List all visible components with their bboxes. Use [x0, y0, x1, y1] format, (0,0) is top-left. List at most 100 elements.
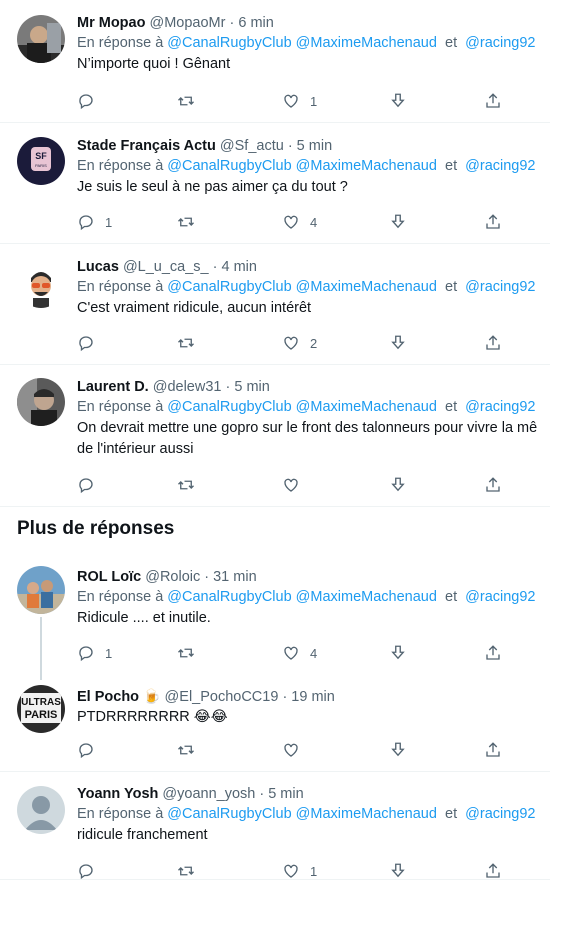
retweet-button[interactable]	[177, 91, 205, 111]
download-button[interactable]	[389, 861, 407, 881]
tweet[interactable]: Yoann Yosh @yoann_yosh · 5 min En répons…	[0, 772, 550, 880]
author-name[interactable]: El Pocho	[77, 689, 139, 705]
mention-link[interactable]: @MaximeMachenaud	[296, 399, 437, 415]
reply-button[interactable]	[77, 91, 105, 111]
share-button[interactable]	[484, 212, 502, 232]
download-arrow-icon	[391, 214, 405, 229]
mention-link[interactable]: @racing92	[465, 589, 535, 605]
reply-button[interactable]: 1	[77, 212, 112, 232]
author-name[interactable]: ROL Loïc	[77, 569, 141, 585]
reply-button[interactable]	[77, 333, 105, 353]
share-icon	[486, 214, 500, 229]
share-button[interactable]	[484, 333, 502, 353]
author-handle[interactable]: @L_u_ca_s_	[123, 259, 209, 275]
reply-button[interactable]	[77, 740, 105, 760]
avatar[interactable]	[17, 378, 65, 426]
retweet-button[interactable]	[177, 212, 205, 232]
share-button[interactable]	[484, 643, 502, 663]
tweet[interactable]: Laurent D. @delew31 · 5 min En réponse à…	[0, 365, 550, 507]
mention-link[interactable]: @CanalRugbyClub	[167, 806, 291, 822]
author-name[interactable]: Laurent D.	[77, 379, 149, 395]
download-button[interactable]	[389, 91, 407, 111]
download-button[interactable]	[389, 212, 407, 232]
author-name[interactable]: Stade Français Actu	[77, 138, 216, 154]
share-icon	[486, 645, 500, 660]
author-handle[interactable]: @yoann_yosh	[162, 786, 255, 802]
tweet-time[interactable]: · 19 min	[282, 689, 334, 705]
heart-icon	[284, 215, 298, 229]
tweet[interactable]: Lucas @L_u_ca_s_ · 4 min En réponse à @C…	[0, 244, 550, 365]
author-name[interactable]: Yoann Yosh	[77, 786, 158, 802]
mention-link[interactable]: @MaximeMachenaud	[296, 158, 437, 174]
mention-link[interactable]: @CanalRugbyClub	[167, 35, 291, 51]
reply-button[interactable]: 1	[77, 643, 112, 663]
heart-icon	[284, 646, 298, 660]
mention-link[interactable]: @CanalRugbyClub	[167, 399, 291, 415]
retweet-icon	[178, 338, 194, 348]
like-button[interactable]: 4	[282, 212, 317, 232]
like-button[interactable]	[282, 740, 310, 760]
retweet-button[interactable]	[177, 643, 205, 663]
mention-link[interactable]: @racing92	[465, 35, 535, 51]
like-button[interactable]: 1	[282, 91, 317, 111]
author-handle[interactable]: @El_PochoCC19	[165, 689, 279, 705]
author-name[interactable]: Mr Mopao	[77, 15, 145, 31]
tweet-time[interactable]: · 5 min	[259, 786, 303, 802]
retweet-button[interactable]	[177, 475, 205, 495]
heart-icon	[284, 743, 298, 757]
reply-context: En réponse à @CanalRugbyClub @MaximeMach…	[77, 35, 536, 51]
avatar[interactable]	[17, 786, 65, 834]
tweet-time[interactable]: · 5 min	[226, 379, 270, 395]
avatar[interactable]	[17, 260, 65, 308]
mention-link[interactable]: @CanalRugbyClub	[167, 589, 291, 605]
tweet-time[interactable]: · 5 min	[288, 138, 332, 154]
tweet-time[interactable]: · 31 min	[204, 569, 256, 585]
share-button[interactable]	[484, 740, 502, 760]
author-handle[interactable]: @delew31	[153, 379, 222, 395]
mention-link[interactable]: @MaximeMachenaud	[296, 279, 437, 295]
mention-link[interactable]: @MaximeMachenaud	[296, 35, 437, 51]
tweet-text: PTDRRRRRRRR 😂😂	[77, 709, 228, 725]
tweet[interactable]: SF PARIS Stade Français Actu @Sf_actu · 5…	[0, 123, 550, 244]
reply-button[interactable]	[77, 861, 105, 881]
download-button[interactable]	[389, 643, 407, 663]
like-button[interactable]: 1	[282, 861, 317, 881]
mention-link[interactable]: @racing92	[465, 158, 535, 174]
download-button[interactable]	[389, 475, 407, 495]
retweet-button[interactable]	[177, 333, 205, 353]
share-button[interactable]	[484, 861, 502, 881]
mention-link[interactable]: @MaximeMachenaud	[296, 806, 437, 822]
retweet-button[interactable]	[177, 861, 205, 881]
download-button[interactable]	[389, 333, 407, 353]
avatar[interactable]: SF PARIS	[17, 137, 65, 185]
author-name[interactable]: Lucas	[77, 259, 119, 275]
avatar[interactable]	[17, 15, 65, 63]
mention-link[interactable]: @racing92	[465, 279, 535, 295]
mention-link[interactable]: @racing92	[465, 806, 535, 822]
like-button[interactable]: 2	[282, 333, 317, 353]
share-button[interactable]	[484, 91, 502, 111]
mention-link[interactable]: @racing92	[465, 399, 535, 415]
tweet[interactable]: Mr Mopao @MopaoMr · 6 min En réponse à @…	[0, 0, 550, 123]
tweet[interactable]: ROL Loïc @Roloic · 31 min En réponse à @…	[0, 557, 550, 676]
reply-count: 1	[105, 645, 113, 661]
avatar[interactable]	[17, 566, 65, 614]
retweet-icon	[178, 745, 194, 755]
tweet-time[interactable]: · 4 min	[213, 259, 257, 275]
retweet-button[interactable]	[177, 740, 205, 760]
mention-link[interactable]: @MaximeMachenaud	[296, 589, 437, 605]
author-handle[interactable]: @Roloic	[145, 569, 200, 585]
share-button[interactable]	[484, 475, 502, 495]
like-button[interactable]	[282, 475, 310, 495]
reply-button[interactable]	[77, 475, 105, 495]
mention-link[interactable]: @CanalRugbyClub	[167, 158, 291, 174]
mention-link[interactable]: @CanalRugbyClub	[167, 279, 291, 295]
svg-text:SF: SF	[35, 151, 47, 161]
download-button[interactable]	[389, 740, 407, 760]
avatar[interactable]: ULTRAS PARIS	[17, 685, 65, 733]
author-handle[interactable]: @MopaoMr	[150, 15, 226, 31]
like-button[interactable]: 4	[282, 643, 317, 663]
author-handle[interactable]: @Sf_actu	[220, 138, 284, 154]
tweet[interactable]: ULTRAS PARIS El Pocho 🍺 @El_PochoCC19 · 1…	[0, 676, 550, 772]
tweet-time[interactable]: · 6 min	[230, 15, 274, 31]
